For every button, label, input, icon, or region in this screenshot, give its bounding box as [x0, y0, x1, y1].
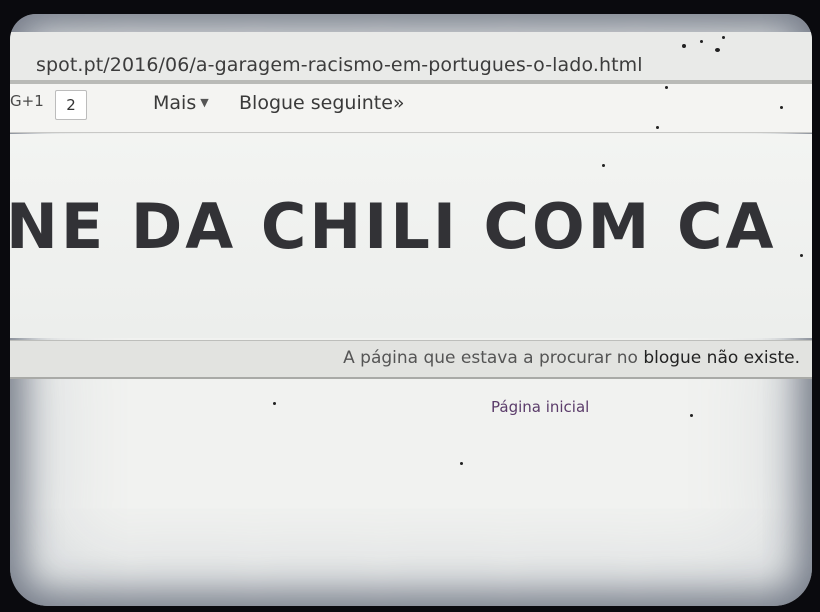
- dust-speck: [460, 462, 463, 465]
- dust-speck: [715, 48, 720, 52]
- dust-speck: [665, 86, 668, 89]
- caret-down-icon: ▼: [200, 96, 209, 109]
- dust-speck: [800, 254, 803, 257]
- dust-speck: [682, 44, 686, 48]
- dust-speck: [780, 106, 783, 109]
- status-message-prefix: A página que estava a procurar no: [343, 348, 638, 368]
- status-message: A página que estava a procurar no blogue…: [343, 348, 800, 368]
- dust-speck: [656, 126, 659, 129]
- url-text[interactable]: spot.pt/2016/06/a-garagem-racismo-em-por…: [36, 54, 643, 76]
- address-bar[interactable]: spot.pt/2016/06/a-garagem-racismo-em-por…: [10, 32, 812, 84]
- dust-speck: [700, 40, 703, 43]
- monitor-screen: spot.pt/2016/06/a-garagem-racismo-em-por…: [10, 14, 812, 606]
- photo-frame: spot.pt/2016/06/a-garagem-racismo-em-por…: [0, 0, 820, 612]
- dust-speck: [273, 402, 276, 405]
- more-menu-label: Mais: [153, 92, 197, 114]
- more-menu-button[interactable]: Mais ▼: [153, 92, 209, 114]
- google-plus-button[interactable]: G+1: [10, 92, 44, 110]
- blog-title: NE DA CHILI COM CA: [10, 190, 777, 263]
- status-message-suffix: blogue não existe.: [643, 348, 800, 368]
- blogger-navbar: [10, 84, 812, 133]
- dust-speck: [722, 36, 725, 39]
- next-blog-link[interactable]: Blogue seguinte»: [239, 92, 405, 114]
- dust-speck: [690, 414, 693, 417]
- home-page-link[interactable]: Página inicial: [491, 398, 589, 416]
- dust-speck: [602, 164, 605, 167]
- plus-one-count-badge: 2: [55, 90, 87, 120]
